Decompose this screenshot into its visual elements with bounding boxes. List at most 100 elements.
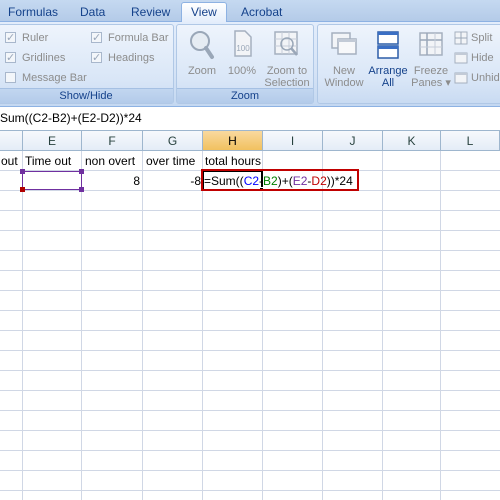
gridline-h [0,470,500,471]
headings-checkbox[interactable]: Headings [91,50,171,66]
ribbon-tab-bar: Formulas Data Review View Acrobat [0,0,500,23]
svg-text:100: 100 [236,44,250,53]
cell-f1[interactable]: non overt [85,152,135,170]
tab-data[interactable]: Data [80,4,105,22]
new-window-label: New Window [322,65,366,89]
gridline-h [0,290,500,291]
split-label: Split [471,32,493,44]
zoom-group: Zoom 100 100% Zoom to Selection Zoom [176,24,314,104]
column-header-h[interactable]: H [203,131,263,151]
column-header-i[interactable]: I [263,131,323,151]
message-bar-checkbox[interactable]: Message Bar [5,70,90,86]
gridline-v [322,151,323,500]
gridline-v [382,151,383,500]
headings-label: Headings [108,52,155,64]
tab-view[interactable]: View [181,2,227,23]
formula-bar-text[interactable]: Sum((C2-B2)+(E2-D2))*24 [0,111,142,125]
zoom-to-selection-label: Zoom to Selection [261,65,313,89]
arrange-all-label-line2: All [381,77,395,89]
magnifier-icon [190,31,214,59]
gridline-h [0,430,500,431]
freeze-panes-button[interactable]: Freeze Panes ▾ [410,28,452,89]
zoom-label: Zoom [187,65,217,77]
split-button[interactable]: Split [454,29,500,47]
freeze-panes-label: Freeze Panes ▾ [410,65,452,89]
reference-highlight-e2 [22,171,82,190]
zoom-100-label: 100% [227,65,257,77]
unhide-button[interactable]: Unhid [454,69,500,87]
gridline-h [0,310,500,311]
zoom-to-label-line1: Zoom to [266,65,308,77]
column-header-j[interactable]: J [323,131,383,151]
show-hide-group-label: Show/Hide [0,88,173,103]
gridline-v [202,151,203,500]
zoom-selection-icon [274,31,298,56]
message-bar-check-icon [5,72,16,83]
unhide-label: Unhid [471,72,500,84]
gridline-h [0,230,500,231]
gridline-h [0,490,500,491]
arrange-all-label-line1: Arrange [368,65,408,77]
hide-window-icon [454,52,468,64]
cell-f2[interactable]: 8 [82,172,140,190]
new-window-icon [331,32,357,55]
column-header-g[interactable]: G [143,131,203,151]
tab-formulas[interactable]: Formulas [8,4,58,22]
new-window-button[interactable]: New Window [322,28,366,89]
freeze-panes-label-line2: Panes ▾ [411,77,451,89]
gridline-h [0,410,500,411]
freeze-panes-label-line1: Freeze [413,65,449,77]
cell-g1[interactable]: over time [146,152,195,170]
zoom-to-selection-button[interactable]: Zoom to Selection [261,28,313,89]
formula-highlight-box [201,169,359,191]
cell-e1[interactable]: Time out [25,152,71,170]
cell-d1[interactable]: out [1,152,18,170]
tab-review[interactable]: Review [131,4,170,22]
window-group: New Window Arrange All Freeze Panes ▾ Sp… [317,24,500,104]
ruler-check-icon [5,30,16,46]
gridline-h [0,250,500,251]
formula-bar-check-icon [91,30,102,46]
ribbon-panel: Ruler Gridlines Message Bar Formula Bar … [0,22,500,107]
tab-acrobat[interactable]: Acrobat [241,4,282,22]
gridline-h [0,210,500,211]
column-header-d[interactable] [0,131,23,151]
arrange-all-button[interactable]: Arrange All [366,28,410,89]
formula-bar-checkbox[interactable]: Formula Bar [91,30,171,46]
gridline-h [0,330,500,331]
new-window-label-line1: New [332,65,355,77]
cell-g2[interactable]: -8 [143,172,201,190]
gridlines-checkbox[interactable]: Gridlines [5,50,85,66]
formula-bar[interactable]: Sum((C2-B2)+(E2-D2))*24 [0,107,500,131]
arrange-all-label: Arrange All [366,65,410,89]
gridline-h [0,450,500,451]
new-window-label-line2: Window [324,77,364,89]
ruler-checkbox[interactable]: Ruler [5,30,75,46]
column-header-e[interactable]: E [23,131,82,151]
ref-handle [20,169,25,174]
headings-check-icon [91,50,102,66]
show-hide-group: Ruler Gridlines Message Bar Formula Bar … [0,24,174,104]
column-header-f[interactable]: F [82,131,143,151]
message-bar-label: Message Bar [22,72,87,84]
cell-h1[interactable]: total hours [205,152,261,170]
split-icon [454,31,468,45]
gridline-v [81,151,82,500]
zoom-100-button[interactable]: 100 100% [223,28,261,88]
gridline-h [0,270,500,271]
ref-handle [79,169,84,174]
zoom-button[interactable]: Zoom [183,28,221,88]
formula-bar-label: Formula Bar [108,32,169,44]
ruler-label: Ruler [22,32,49,44]
column-header-k[interactable]: K [383,131,441,151]
arrange-all-icon [377,31,399,59]
worksheet-grid[interactable]: E F G H I J K L out Time out non overt o… [0,131,500,500]
column-header-l[interactable]: L [441,131,500,151]
gridlines-label: Gridlines [22,52,66,64]
zoom-group-label: Zoom [177,88,313,103]
freeze-panes-icon [419,32,443,56]
hide-button[interactable]: Hide [454,49,500,67]
gridline-v [142,151,143,500]
unhide-window-icon [454,72,468,84]
gridline-v [262,151,263,500]
